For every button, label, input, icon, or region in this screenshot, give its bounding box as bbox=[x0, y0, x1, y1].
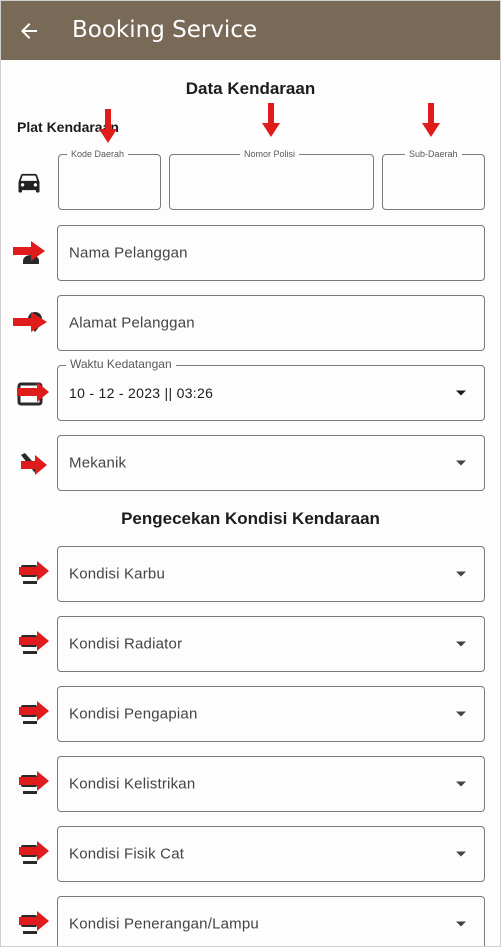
mekanik-placeholder: Mekanik bbox=[69, 454, 127, 472]
kode-daerah-label: Kode Daerah bbox=[67, 148, 129, 160]
car-icon bbox=[18, 173, 40, 193]
mekanik-dropdown[interactable]: Mekanik bbox=[57, 435, 485, 491]
sub-daerah-field[interactable]: Sub-Daerah bbox=[382, 148, 485, 210]
location-icon bbox=[13, 312, 47, 332]
chevron-down-icon bbox=[456, 921, 466, 927]
nama-pelanggan-placeholder: Nama Pelanggan bbox=[69, 244, 188, 262]
kondisi-label: Kondisi Pengapian bbox=[69, 705, 198, 723]
annotation-arrow-down-icon bbox=[262, 103, 280, 137]
chevron-down-icon bbox=[456, 781, 466, 787]
kondisi-label: Kondisi Fisik Cat bbox=[69, 845, 185, 863]
kondisi-kelistrikan-dropdown[interactable]: Kondisi Kelistrikan bbox=[57, 756, 485, 812]
waktu-kedatangan-value: 10 - 12 - 2023 || 03:26 bbox=[69, 385, 214, 401]
annotation-arrow-down-icon bbox=[99, 109, 117, 143]
waktu-kedatangan-picker[interactable]: Waktu Kedatangan 10 - 12 - 2023 || 03:26 bbox=[57, 358, 485, 421]
kondisi-label: Kondisi Penerangan/Lampu bbox=[69, 915, 259, 933]
alamat-pelanggan-placeholder: Alamat Pelanggan bbox=[69, 314, 195, 332]
kode-daerah-field[interactable]: Kode Daerah bbox=[58, 148, 161, 210]
chevron-down-icon bbox=[456, 390, 466, 396]
sub-daerah-label: Sub-Daerah bbox=[405, 148, 462, 160]
car-check-icon bbox=[19, 631, 49, 654]
calendar-icon bbox=[17, 382, 49, 406]
car-check-icon bbox=[19, 841, 49, 864]
nomor-polisi-label: Nomor Polisi bbox=[240, 148, 300, 160]
kondisi-penerangan-dropdown[interactable]: Kondisi Penerangan/Lampu bbox=[57, 896, 485, 946]
car-check-icon bbox=[19, 701, 49, 724]
page-title: Booking Service bbox=[72, 17, 258, 43]
nama-pelanggan-input[interactable]: Nama Pelanggan bbox=[57, 225, 485, 281]
alamat-pelanggan-input[interactable]: Alamat Pelanggan bbox=[57, 295, 485, 351]
kondisi-fisik-cat-dropdown[interactable]: Kondisi Fisik Cat bbox=[57, 826, 485, 882]
section-heading-data-kendaraan: Data Kendaraan bbox=[185, 79, 316, 98]
arrow-back-icon[interactable] bbox=[17, 19, 41, 43]
chevron-down-icon bbox=[456, 711, 466, 717]
kondisi-label: Kondisi Radiator bbox=[69, 635, 183, 653]
kondisi-karbu-dropdown[interactable]: Kondisi Karbu bbox=[57, 546, 485, 602]
wrench-icon bbox=[21, 453, 47, 475]
kondisi-label: Kondisi Karbu bbox=[69, 565, 165, 583]
annotation-arrow-down-icon bbox=[422, 103, 440, 137]
screen: Booking Service Data Kendaraan Plat Kend… bbox=[0, 0, 501, 947]
section-heading-pengecekan: Pengecekan Kondisi Kendaraan bbox=[121, 509, 380, 528]
chevron-down-icon bbox=[456, 641, 466, 647]
nomor-polisi-field[interactable]: Nomor Polisi bbox=[169, 148, 374, 210]
car-check-icon bbox=[19, 561, 49, 584]
kondisi-pengapian-dropdown[interactable]: Kondisi Pengapian bbox=[57, 686, 485, 742]
car-check-icon bbox=[19, 911, 49, 934]
chevron-down-icon bbox=[456, 460, 466, 466]
app-bar: Booking Service bbox=[1, 1, 500, 60]
chevron-down-icon bbox=[456, 571, 466, 577]
car-check-icon bbox=[19, 771, 49, 794]
kondisi-radiator-dropdown[interactable]: Kondisi Radiator bbox=[57, 616, 485, 672]
kondisi-label: Kondisi Kelistrikan bbox=[69, 775, 196, 793]
waktu-kedatangan-label: Waktu Kedatangan bbox=[66, 358, 176, 370]
chevron-down-icon bbox=[456, 851, 466, 857]
person-icon bbox=[13, 241, 45, 264]
